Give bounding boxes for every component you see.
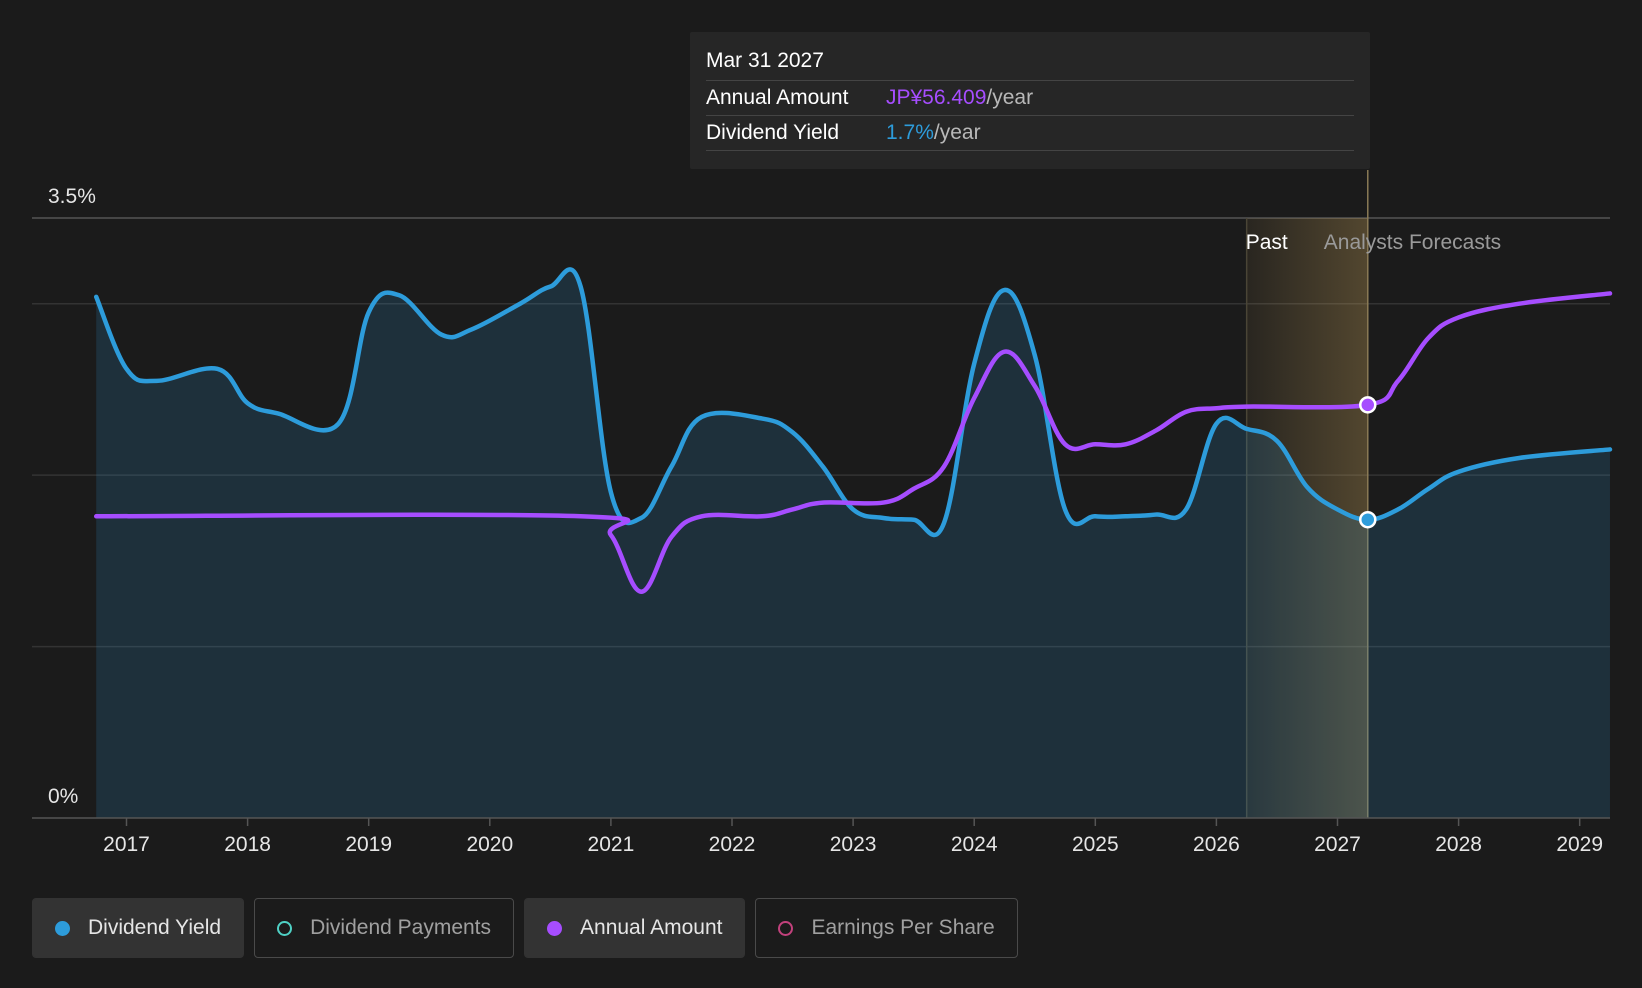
forecast-label: Analysts Forecasts [1324, 231, 1501, 254]
tooltip-annual-label: Annual Amount [706, 86, 849, 109]
x-axis: 2017 2018 2019 2020 2021 2022 2023 2024 2025 2026… [32, 817, 1610, 856]
legend-earnings-per-share[interactable]: Earnings Per Share [755, 898, 1018, 958]
x-tick-label: 2029 [1556, 833, 1603, 856]
past-label: Past [1246, 231, 1288, 254]
hollow-dot-icon [277, 920, 293, 936]
x-tick-label: 2027 [1314, 833, 1361, 856]
tooltip-date: Mar 31 2027 [706, 46, 1354, 81]
filled-dot-icon [547, 920, 563, 936]
tooltip-annual-suffix: /year [986, 86, 1034, 109]
legend-dividend-yield[interactable]: Dividend Yield [32, 898, 245, 958]
x-tick-label: 2017 [103, 833, 150, 856]
tooltip-yield-row: Dividend Yield 1.7%/year [706, 116, 1354, 151]
x-tick-label: 2025 [1072, 833, 1119, 856]
x-tick-label: 2018 [224, 833, 271, 856]
x-tick-label: 2019 [345, 833, 392, 856]
area-fills [96, 269, 1610, 818]
x-tick-label: 2028 [1435, 833, 1482, 856]
legend: Dividend Yield Dividend Payments Annual … [32, 898, 1018, 958]
legend-label: Earnings Per Share [811, 916, 995, 939]
x-tick-label: 2021 [588, 833, 635, 856]
legend-label: Dividend Payments [310, 916, 492, 939]
tooltip: Mar 31 2027 Annual Amount JP¥56.409/year… [690, 32, 1370, 169]
legend-label: Dividend Yield [88, 916, 222, 939]
y-tick-label: 0% [48, 785, 78, 808]
legend-dividend-payments[interactable]: Dividend Payments [254, 898, 515, 958]
legend-label: Annual Amount [580, 916, 723, 939]
filled-dot-icon [55, 920, 70, 936]
hollow-dot-icon [778, 920, 794, 936]
x-tick-label: 2023 [830, 833, 877, 856]
y-axis-labels: 3.5% 0% [48, 185, 96, 808]
region-labels: Past Analysts Forecasts [1246, 231, 1501, 254]
tooltip-annual-row: Annual Amount JP¥56.409/year [706, 81, 1354, 116]
marker-dividend-yield [1359, 510, 1377, 529]
y-tick-label: 3.5% [48, 185, 96, 208]
tooltip-annual-value: JP¥56.409 [886, 86, 987, 109]
tooltip-yield-label: Dividend Yield [706, 121, 840, 144]
x-tick-label: 2020 [466, 833, 513, 856]
tooltip-yield-suffix: /year [933, 121, 981, 144]
x-tick-label: 2024 [951, 833, 998, 856]
marker-annual-amount [1359, 396, 1377, 414]
area-dividend-yield [96, 269, 1610, 818]
tooltip-yield-value: 1.7% [886, 121, 934, 144]
x-tick-label: 2026 [1193, 833, 1240, 856]
x-tick-label: 2022 [709, 833, 756, 856]
legend-annual-amount[interactable]: Annual Amount [524, 898, 746, 958]
